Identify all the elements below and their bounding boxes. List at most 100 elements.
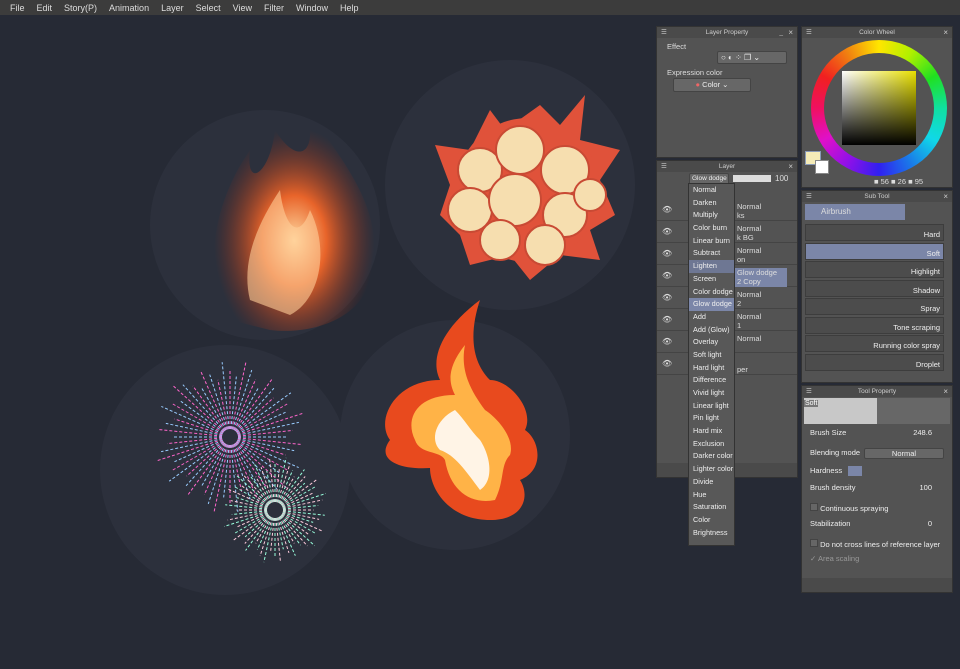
blend-mode-option[interactable]: Darken [689, 197, 734, 210]
blend-mode-option[interactable]: Glow dodge [689, 298, 734, 311]
eye-icon[interactable]: 👁 [662, 227, 672, 236]
sub-tool-item[interactable]: Soft [805, 242, 944, 260]
blend-mode-option[interactable]: Overlay [689, 336, 734, 349]
sub-tool-item[interactable]: Running color spray [805, 335, 944, 352]
opacity-value[interactable]: 100 [775, 174, 788, 183]
sub-color-swatch[interactable] [815, 160, 829, 174]
sub-tool-item[interactable]: Droplet [805, 353, 944, 371]
blend-mode-option[interactable]: Brightness [689, 527, 734, 540]
blending-mode-label: Blending mode [810, 448, 861, 457]
blend-mode-option[interactable]: Normal [689, 184, 734, 197]
menu-edit[interactable]: Edit [37, 3, 53, 13]
blend-mode-option[interactable]: Hard light [689, 362, 734, 375]
stabilization-value[interactable]: 0 [928, 519, 932, 528]
blend-mode-option[interactable]: Subtract [689, 247, 734, 260]
blend-mode-option[interactable]: Lighter color [689, 463, 734, 476]
blending-mode-dropdown[interactable]: Normal [864, 448, 944, 459]
sub-tool-item[interactable]: Spray [805, 298, 944, 315]
blend-mode-option[interactable]: Hard mix [689, 425, 734, 438]
sub-tool-item[interactable]: Shadow [805, 279, 944, 297]
blend-mode-option[interactable]: Difference [689, 374, 734, 387]
eye-icon[interactable]: 👁 [662, 315, 672, 324]
effect-label: Effect [667, 42, 687, 51]
layer-name: Normal [737, 334, 762, 343]
blend-mode-option[interactable]: Color dodge [689, 286, 734, 299]
blend-mode-menu: Normal Darken Multiply Color burn Linear bur… [688, 183, 735, 546]
brush-size-label: Brush Size [810, 428, 847, 437]
blend-mode-option[interactable]: Multiply [689, 209, 734, 222]
blend-mode-option[interactable]: Screen [689, 273, 734, 286]
sub-tool-panel: ☰ Sub Tool × Airbrush Hard Soft Highlight Sha… [801, 190, 953, 383]
menu-filter[interactable]: Filter [264, 3, 284, 13]
blend-mode-option[interactable]: Linear burn [689, 235, 734, 248]
blend-mode-option[interactable]: Hue [689, 489, 734, 502]
expression-color-label: Expression color [667, 68, 723, 77]
menu-select[interactable]: Select [196, 3, 221, 13]
blend-mode-option[interactable]: Exclusion [689, 438, 734, 451]
effect-buttons[interactable]: ○ ◐ ⁘ ❐ ⌄ [717, 51, 787, 64]
eye-icon[interactable]: 👁 [662, 205, 672, 214]
sub-tool-item[interactable]: Highlight [805, 261, 944, 278]
sub-tool-item[interactable]: Hard [805, 224, 944, 241]
panel-menu-icon[interactable]: ☰ [661, 27, 667, 38]
menu-layer[interactable]: Layer [161, 3, 184, 13]
menu-window[interactable]: Window [296, 3, 328, 13]
layer-name: Normal ks [737, 202, 762, 220]
close-icon[interactable]: × [788, 27, 793, 38]
tool-property-panel: ☰ Tool Property × Soft Brush Size 248.6 Ble… [801, 385, 953, 593]
menu-story[interactable]: Story(P) [64, 3, 97, 13]
panel-title: Layer [718, 163, 736, 170]
blend-mode-option[interactable]: Pin light [689, 412, 734, 425]
eye-icon[interactable]: 👁 [662, 249, 672, 258]
panel-title: Layer Property [705, 29, 749, 36]
hsv-readout: ■ 56 ■ 26 ■ 95 [874, 177, 924, 186]
close-icon[interactable]: × [943, 191, 948, 202]
sub-tool-item[interactable]: Tone scraping [805, 316, 944, 334]
close-icon[interactable]: × [788, 161, 793, 172]
close-icon[interactable]: × [943, 27, 948, 38]
eye-icon[interactable]: 👁 [662, 271, 672, 280]
no-cross-lines-checkbox[interactable] [810, 539, 818, 547]
blend-mode-option[interactable]: Lighten [689, 260, 734, 273]
hardness-label: Hardness [810, 466, 843, 475]
eye-icon[interactable]: 👁 [662, 337, 672, 346]
blend-mode-option[interactable]: Saturation [689, 501, 734, 514]
hardness-selector[interactable] [848, 466, 862, 476]
close-icon[interactable]: × [943, 386, 948, 397]
panel-title: Sub Tool [864, 193, 890, 200]
opacity-slider[interactable] [733, 175, 771, 182]
color-icon: ● [695, 80, 701, 89]
expression-color-dropdown[interactable]: ● Color ⌄ [673, 78, 751, 92]
layer-name: Glow dodge 2 Copy [737, 268, 778, 286]
continuous-spraying-checkbox[interactable] [810, 503, 818, 511]
blend-mode-option[interactable]: Linear light [689, 400, 734, 413]
eye-icon[interactable]: 👁 [662, 293, 672, 302]
blend-mode-option[interactable]: Add (Glow) [689, 324, 734, 337]
menu-help[interactable]: Help [340, 3, 359, 13]
color-wheel-panel: ☰ Color Wheel × ■ 56 ■ 26 ■ 95 [801, 26, 953, 188]
blend-mode-option[interactable]: Vivid light [689, 387, 734, 400]
stabilization-label: Stabilization [810, 519, 851, 528]
blend-mode-option[interactable]: Soft light [689, 349, 734, 362]
sub-tool-group-tab[interactable]: Airbrush [805, 204, 905, 220]
panel-title: Tool Property [857, 388, 897, 395]
brush-density-label: Brush density [810, 483, 856, 492]
blend-mode-option[interactable]: Divide [689, 476, 734, 489]
layer-name: Normal on [737, 246, 762, 264]
layer-name: Normal 2 [737, 290, 762, 308]
brush-size-value[interactable]: 248.6 [913, 428, 932, 437]
blend-mode-option[interactable]: Color [689, 514, 734, 527]
layer-name: per [737, 365, 748, 374]
blend-mode-option[interactable]: Darker color [689, 450, 734, 463]
blend-mode-option[interactable]: Color burn [689, 222, 734, 235]
menu-view[interactable]: View [233, 3, 252, 13]
eye-icon[interactable]: 👁 [662, 359, 672, 368]
brush-density-value[interactable]: 100 [919, 483, 932, 492]
blend-mode-option[interactable]: Add [689, 311, 734, 324]
minimize-icon[interactable]: _ [779, 27, 783, 38]
menu-animation[interactable]: Animation [109, 3, 149, 13]
menu-file[interactable]: File [10, 3, 25, 13]
layer-name: Normal k BG [737, 224, 762, 242]
saturation-value-square[interactable] [842, 71, 916, 145]
canvas-circle [100, 345, 350, 595]
